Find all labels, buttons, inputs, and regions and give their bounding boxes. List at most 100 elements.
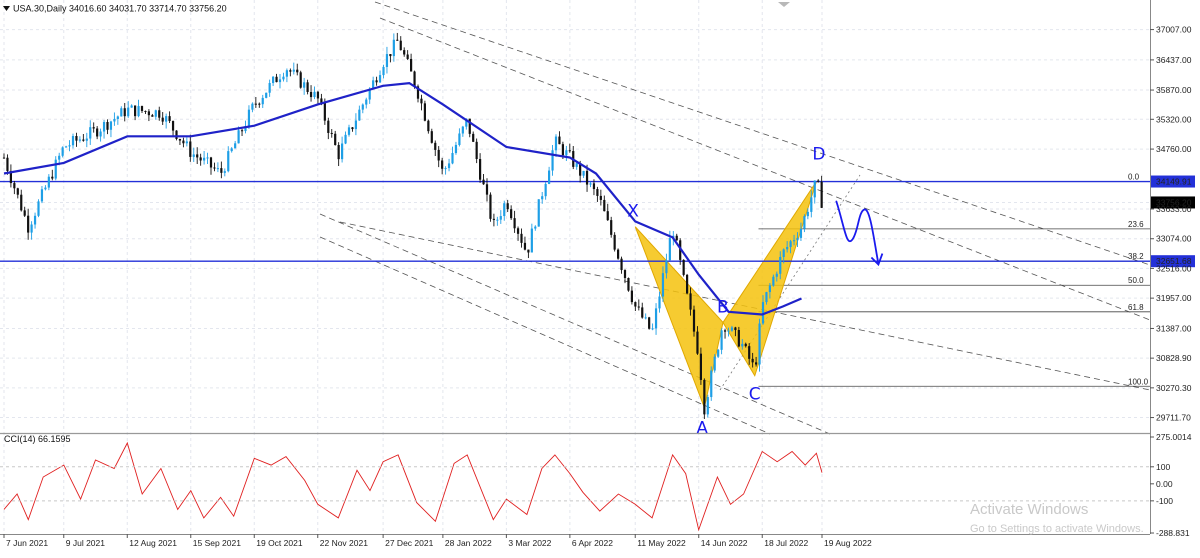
candle-down [686,274,689,294]
candle-up [120,108,123,117]
candle-down [613,234,616,250]
candle-up [661,273,665,297]
time-tick-label: 19 Oct 2021 [256,538,303,548]
candle-up [278,79,282,83]
candle-down [254,103,257,105]
candle-up [30,224,33,233]
candle-up [537,199,540,227]
candle-up [58,155,61,160]
candle-up [268,83,271,93]
activate-windows-title: Activate Windows [970,501,1088,518]
candle-up [78,139,81,141]
candle-down [751,358,754,363]
fib-level-label: 23.6 [1128,220,1144,229]
chart-canvas[interactable]: 0.023.638.250.061.8100.0 XABCD 37007.003… [0,0,1200,553]
candle-up [658,296,661,309]
candle-up [575,163,578,167]
candle-down [627,278,630,291]
candle-down [27,215,30,233]
candle-down [606,211,609,221]
candle-up [444,168,447,170]
candle-down [258,103,261,105]
candle-up [644,317,647,319]
candle-up [89,127,92,139]
candle-up [582,170,585,176]
candle-down [527,249,530,253]
candle-down [441,160,444,169]
candle-down [209,157,213,168]
candle-up [230,148,233,152]
candle-down [748,346,751,359]
candle-up [713,356,716,371]
candle-down [396,39,399,41]
candle-up [354,120,357,130]
time-tick-label: 19 Aug 2022 [824,538,872,548]
time-tick-label: 3 Mar 2022 [508,538,551,548]
candle-down [375,80,378,83]
pattern-point-label-d: D [812,145,825,165]
candle-down [820,181,823,208]
candle-up [503,203,506,217]
candle-down [420,98,423,104]
candle-down [140,106,144,111]
candle-up [451,153,454,164]
candle-up [313,91,316,98]
candle-up [216,168,219,170]
price-tick-label: 33633.00 [1156,204,1192,214]
time-tick-label: 14 Jun 2022 [701,538,748,548]
candle-down [689,293,692,310]
candle-up [137,106,140,117]
candle-up [261,97,264,105]
candle-down [82,139,85,141]
time-tick-label: 15 Sep 2021 [193,538,241,548]
candle-up [234,143,237,149]
candle-down [220,168,223,173]
candle-up [779,256,782,274]
candle-down [51,176,54,179]
candle-down [623,270,627,279]
candle-down [485,184,489,195]
candle-down [523,242,527,250]
candle-up [765,292,768,303]
candle-down [96,128,99,137]
candle-down [296,69,299,73]
cci-tick-label: 275.0014 [1156,432,1192,442]
activate-windows-subtitle: Go to Settings to activate Windows. [970,523,1144,535]
candle-up [206,157,209,159]
candle-up [665,260,668,274]
price-tick-label: 33074.00 [1156,234,1192,244]
candle-up [102,121,106,132]
candle-up [365,99,368,105]
trading-chart[interactable]: 0.0 23.6 38.2 50.0 61.8 100.0 XABCD 37007.00 3… [0,0,1200,553]
candle-up [192,154,195,157]
candle-up [782,249,785,257]
time-tick-label: 12 Aug 2021 [129,538,177,548]
candle-down [106,121,109,130]
candle-down [2,157,6,159]
price-tick-label: 31957.00 [1156,293,1192,303]
candle-down [734,327,737,331]
candle-down [161,117,164,122]
candle-down [168,116,171,122]
candle-down [199,157,202,161]
candle-down [472,133,475,142]
candle-down [16,188,19,195]
candle-down [430,131,433,143]
candle-down [6,157,9,171]
candle-up [544,183,547,197]
candle-down [13,183,16,189]
candle-up [282,76,285,80]
pattern-point-label-x: X [627,202,639,222]
candle-up [61,147,64,156]
candle-down [399,40,402,51]
candle-up [810,197,813,212]
candle-up [292,69,295,72]
candle-up [789,241,792,248]
candle-down [213,167,216,169]
candle-up [227,151,230,172]
candle-down [696,331,699,354]
candle-down [561,144,564,156]
candle-up [768,285,771,293]
candle-down [568,150,571,152]
pattern-point-label-b: B [717,297,729,317]
